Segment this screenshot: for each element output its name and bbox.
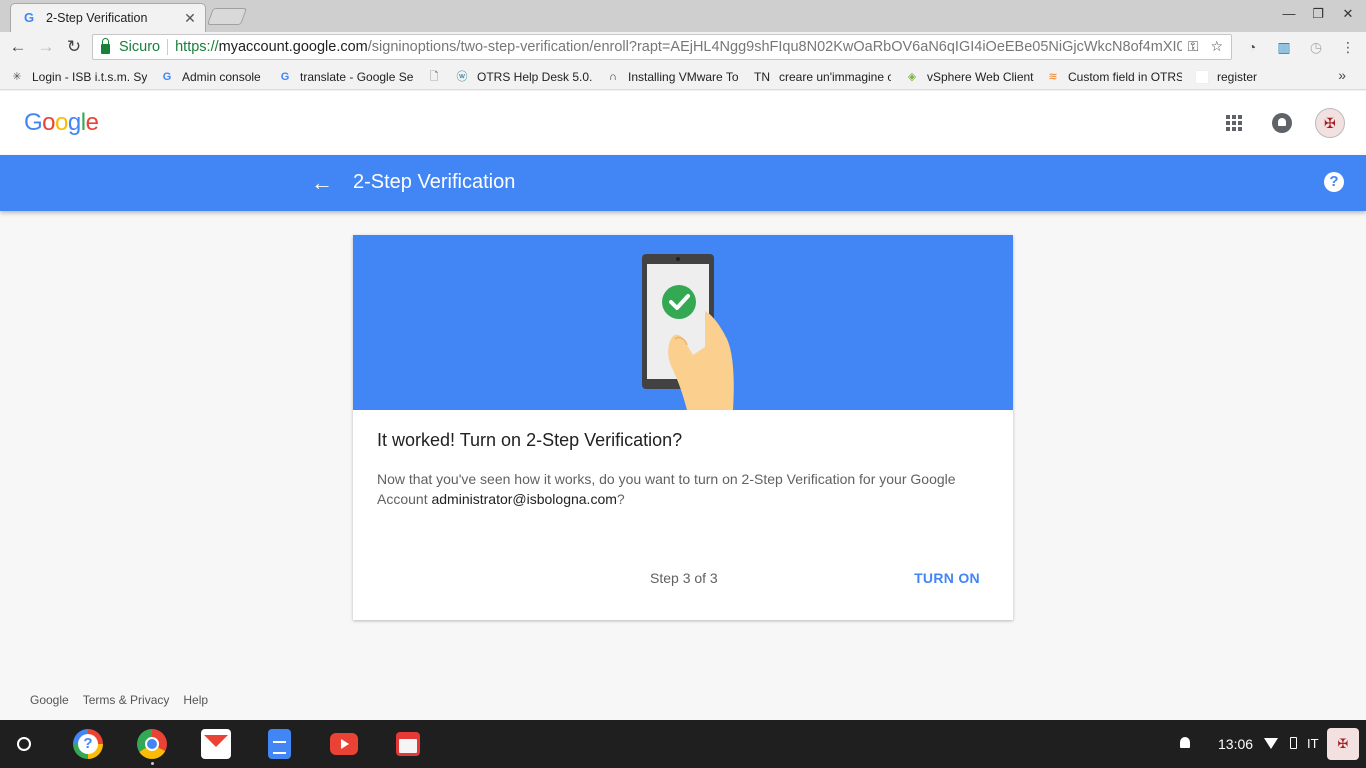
window-close-icon[interactable]: ✕ <box>1333 4 1363 24</box>
bookmarks-overflow-icon[interactable]: » <box>1338 67 1346 83</box>
bookmark-register[interactable]: register <box>1195 68 1265 85</box>
docs-app-icon[interactable] <box>268 729 291 759</box>
minimize-icon[interactable]: — <box>1274 4 1304 24</box>
footer-link-google[interactable]: Google <box>30 693 69 707</box>
page-footer: Google Terms & Privacy Help <box>30 693 208 707</box>
page-title: 2-Step Verification <box>353 171 516 193</box>
input-language[interactable]: IT <box>1307 736 1319 751</box>
launcher-icon[interactable] <box>17 737 31 751</box>
address-bar[interactable]: Sicuro https:// myaccount.google.com /si… <box>92 34 1232 60</box>
google-logo[interactable]: Google <box>24 109 99 137</box>
google-header: Google ✠ <box>0 91 1366 155</box>
bookmarks-bar: ✳ Login - ISB i.t.s.m. Sy G Admin consol… <box>0 63 1366 90</box>
back-arrow-icon[interactable]: ← <box>310 169 334 197</box>
clock-extension-icon[interactable]: ◷ <box>1307 38 1325 56</box>
asterisk-icon: ✳ <box>12 70 22 83</box>
youtube-app-icon[interactable] <box>330 733 358 755</box>
trello-extension-icon[interactable]: ▥ <box>1275 38 1293 56</box>
blank-page-icon <box>1195 69 1209 84</box>
url-path: /signinoptions/two-step-verification/enr… <box>367 39 1197 55</box>
gmail-app-icon[interactable] <box>201 729 231 759</box>
chromeos-shelf: 13:06 IT ✠ <box>0 720 1366 768</box>
notifications-icon[interactable] <box>1272 113 1292 133</box>
omnibox-icons: ⚿ ☆ <box>1181 38 1223 55</box>
stackoverflow-icon: ≋ <box>1048 70 1058 83</box>
tab-2-step-verification[interactable]: G 2-Step Verification ✕ <box>10 3 206 32</box>
restore-icon[interactable]: ❐ <box>1303 4 1333 24</box>
tab-close-icon[interactable]: ✕ <box>183 10 197 27</box>
bookmark-creare-immagine[interactable]: TN creare un'immagine c <box>753 68 891 85</box>
footer-link-terms-privacy[interactable]: Terms & Privacy <box>83 693 170 707</box>
bookmark-star-icon[interactable]: ☆ <box>1210 38 1223 55</box>
page-content: Google ✠ ← 2-Step Verification ? It work… <box>0 91 1366 720</box>
chrome-menu-icon[interactable]: ⋮ <box>1339 38 1357 56</box>
speedometer-extension-icon[interactable]: ◔ <box>1243 38 1261 56</box>
phone-camera <box>676 257 680 261</box>
tab-title: 2-Step Verification <box>46 11 148 25</box>
tray-notifications-icon[interactable] <box>1180 737 1190 748</box>
chrome-app-icon[interactable] <box>137 729 167 759</box>
bookmark-otrs-help-desk[interactable]: ⓦ OTRS Help Desk 5.0.1 <box>455 68 594 85</box>
card-title: It worked! Turn on 2-Step Verification? <box>377 430 683 450</box>
step-indicator: Step 3 of 3 <box>650 570 718 586</box>
bookmark-translate[interactable]: G translate - Google Se <box>278 68 414 85</box>
omnibox-separator <box>167 39 169 55</box>
bookmark-installing-vmware[interactable]: ∩ Installing VMware To <box>606 68 742 85</box>
bookmark-admin-console[interactable]: G Admin console <box>160 68 270 85</box>
url-scheme: https:// <box>175 39 219 55</box>
tn-icon: TN <box>754 69 770 84</box>
bookmark-custom-field-otrs[interactable]: ≋ Custom field in OTRS <box>1046 68 1182 85</box>
security-label: Sicuro <box>119 39 161 55</box>
tray-avatar[interactable]: ✠ <box>1327 728 1359 760</box>
google-favicon-icon: G <box>24 10 35 25</box>
help-icon[interactable]: ? <box>1324 172 1344 192</box>
google-icon: G <box>280 70 290 83</box>
github-icon: ∩ <box>609 70 617 83</box>
verification-card: It worked! Turn on 2-Step Verification? … <box>353 235 1013 620</box>
back-icon[interactable]: ← <box>7 36 29 58</box>
key-icon[interactable]: ⚿ <box>1188 38 1199 55</box>
account-avatar[interactable]: ✠ <box>1315 108 1345 138</box>
title-bar: ← 2-Step Verification ? <box>0 155 1366 211</box>
wifi-icon[interactable] <box>1264 738 1278 749</box>
new-tab-button[interactable] <box>206 8 248 25</box>
card-description: Now that you've seen how it works, do yo… <box>377 471 956 507</box>
system-clock[interactable]: 13:06 <box>1218 736 1253 752</box>
battery-icon[interactable] <box>1290 737 1297 749</box>
running-indicator <box>151 762 154 765</box>
page-icon: 🗋 <box>429 70 439 83</box>
get-help-app-icon[interactable] <box>73 729 103 759</box>
forward-icon[interactable]: → <box>35 36 57 58</box>
reload-icon[interactable]: ↻ <box>63 36 85 58</box>
google-icon: G <box>162 70 172 83</box>
tab-strip: G 2-Step Verification ✕ — ❐ ✕ <box>0 0 1366 32</box>
url-host: myaccount.google.com <box>218 39 368 55</box>
browser-toolbar: ← → ↻ Sicuro https:// myaccount.google.c… <box>0 32 1366 63</box>
phone-illustration <box>353 235 1013 410</box>
vsphere-icon: ◈ <box>907 70 917 83</box>
bookmark-vsphere[interactable]: ◈ vSphere Web Client <box>905 68 1037 85</box>
calendar-app-icon[interactable] <box>396 732 420 756</box>
footer-link-help[interactable]: Help <box>183 693 208 707</box>
phone-check-illustration <box>642 254 734 410</box>
check-circle-icon <box>662 285 696 319</box>
turn-on-button[interactable]: TURN ON <box>905 561 989 595</box>
account-email: administrator@isbologna.com <box>431 491 617 507</box>
bookmark-page[interactable]: 🗋 <box>427 68 443 85</box>
bookmark-login-isb[interactable]: ✳ Login - ISB i.t.s.m. Sy <box>10 68 148 85</box>
lock-icon <box>101 37 110 54</box>
apps-grid-icon[interactable] <box>1226 115 1242 131</box>
wordpress-icon: ⓦ <box>456 70 468 83</box>
